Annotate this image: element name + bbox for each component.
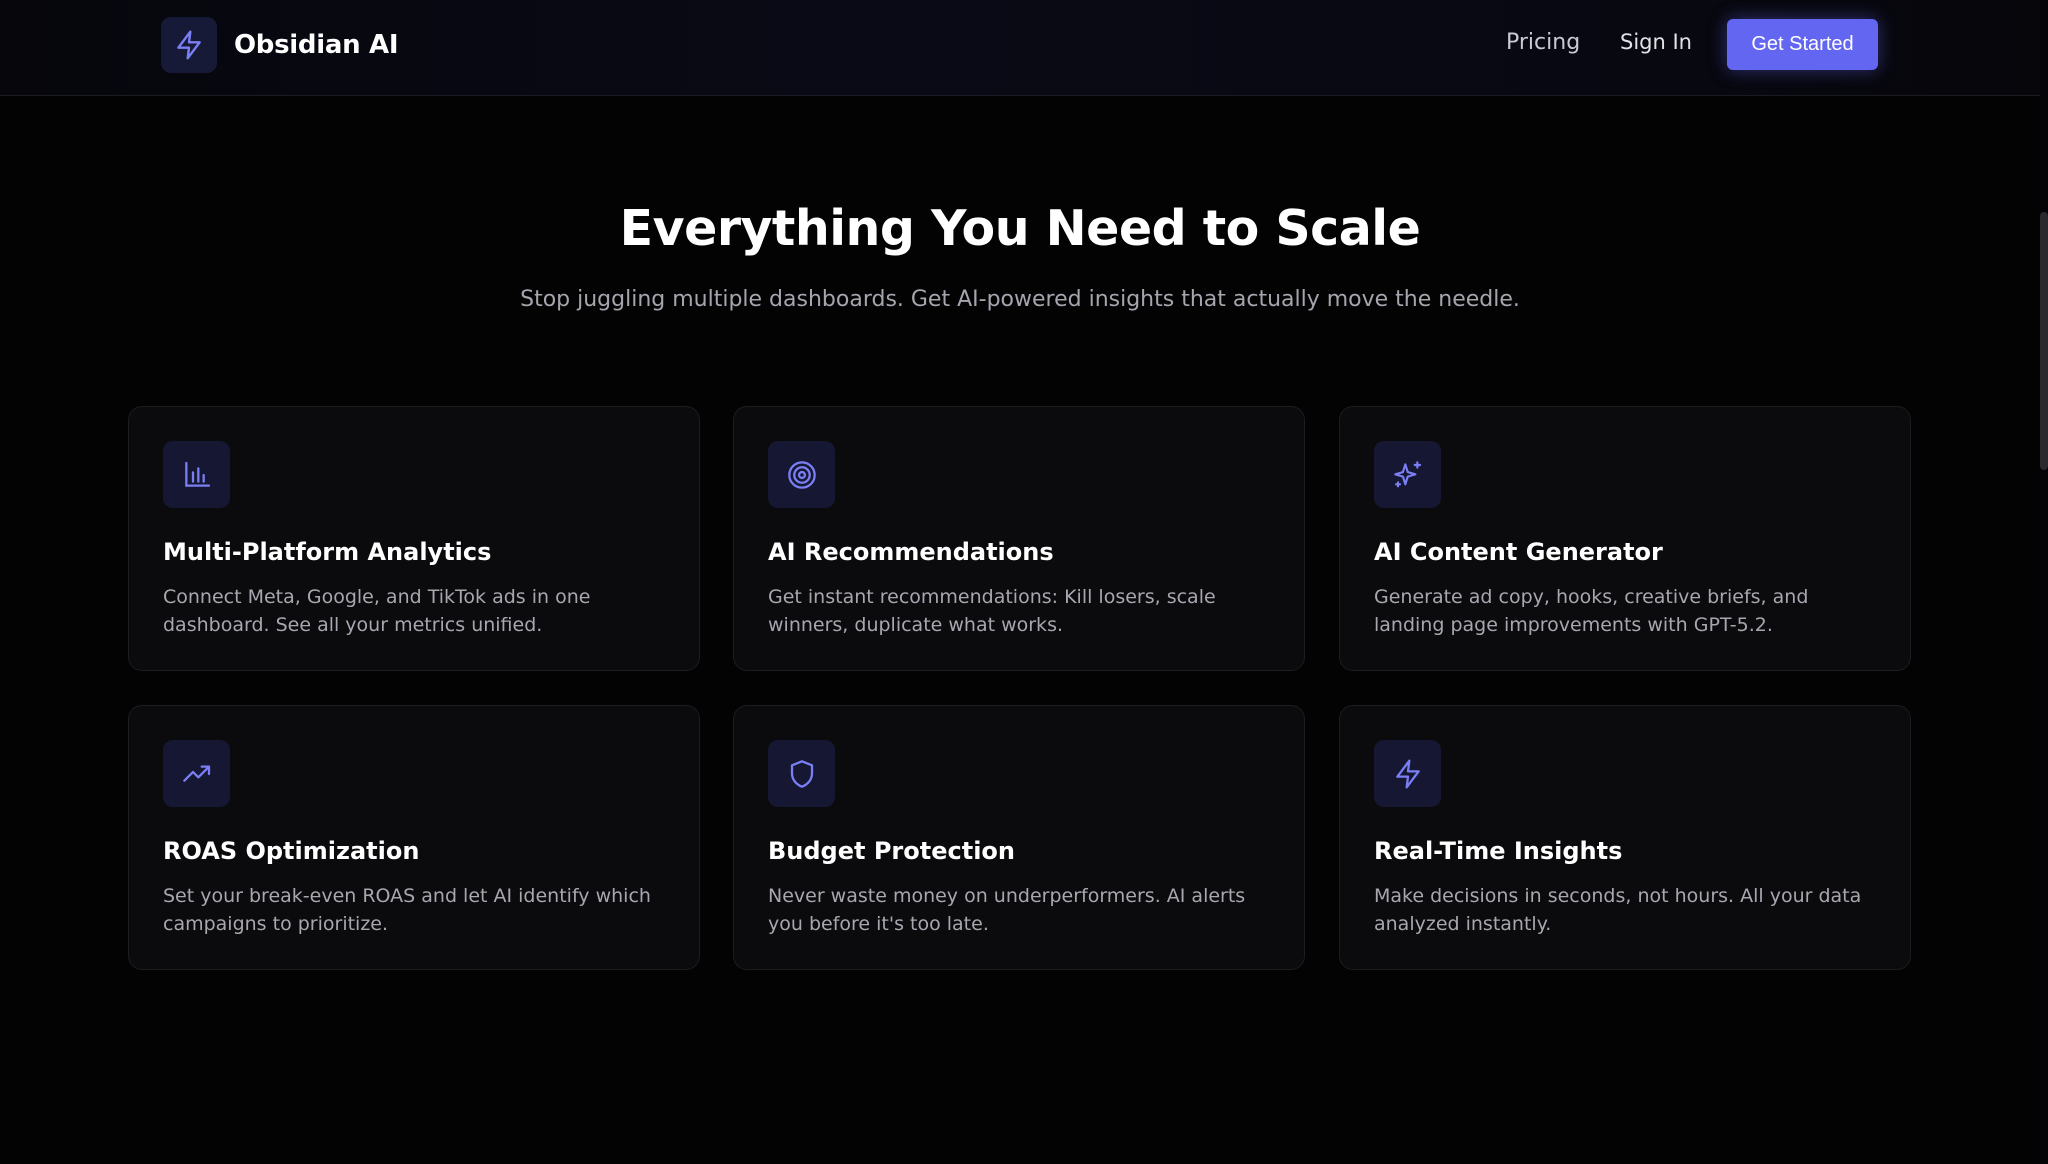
feature-description: Connect Meta, Google, and TikTok ads in … bbox=[163, 586, 591, 636]
feature-description: Make decisions in seconds, not hours. Al… bbox=[1374, 885, 1862, 935]
trending-up-icon bbox=[182, 765, 210, 782]
scrollbar-thumb[interactable] bbox=[2040, 212, 2048, 470]
lightning-icon bbox=[1395, 759, 1420, 788]
feature-card-budget: Budget Protection Never waste money on u… bbox=[733, 705, 1305, 970]
feature-title: AI Recommendations bbox=[768, 538, 1054, 566]
feature-card-roas: ROAS Optimization Set your break-even RO… bbox=[128, 705, 700, 970]
feature-card-recommendations: AI Recommendations Get instant recommend… bbox=[733, 406, 1305, 671]
feature-title: Budget Protection bbox=[768, 837, 1016, 865]
scrollbar-track[interactable] bbox=[2040, 0, 2048, 1164]
brand-logo[interactable]: Obsidian AI bbox=[161, 17, 399, 73]
top-nav-bar: Obsidian AI Pricing Sign In Get Started bbox=[0, 0, 2040, 96]
feature-icon-badge bbox=[163, 740, 230, 807]
feature-icon-badge bbox=[768, 441, 835, 508]
feature-title: AI Content Generator bbox=[1374, 538, 1663, 566]
target-icon bbox=[787, 460, 816, 489]
nav-link-pricing[interactable]: Pricing bbox=[1506, 30, 1580, 55]
feature-card-analytics: Multi-Platform Analytics Connect Meta, G… bbox=[128, 406, 700, 671]
feature-title: Real-Time Insights bbox=[1374, 837, 1623, 865]
brand-name: Obsidian AI bbox=[234, 30, 399, 60]
feature-title: ROAS Optimization bbox=[163, 837, 420, 865]
lightning-icon bbox=[177, 30, 201, 60]
section-title: Everything You Need to Scale bbox=[619, 200, 1421, 257]
feature-description: Get instant recommendations: Kill losers… bbox=[768, 586, 1216, 636]
bar-chart-icon bbox=[184, 461, 210, 487]
feature-icon-badge bbox=[1374, 740, 1441, 807]
page: Obsidian AI Pricing Sign In Get Started … bbox=[0, 0, 2048, 1164]
feature-title: Multi-Platform Analytics bbox=[163, 538, 492, 566]
sparkles-icon bbox=[1393, 460, 1421, 487]
feature-description: Generate ad copy, hooks, creative briefs… bbox=[1374, 586, 1809, 636]
feature-icon-badge bbox=[1374, 441, 1441, 508]
get-started-button[interactable]: Get Started bbox=[1727, 19, 1878, 70]
sign-in-link[interactable]: Sign In bbox=[1620, 30, 1692, 54]
feature-card-realtime: Real-Time Insights Make decisions in sec… bbox=[1339, 705, 1911, 970]
feature-card-content-generator: AI Content Generator Generate ad copy, h… bbox=[1339, 406, 1911, 671]
shield-icon bbox=[790, 759, 813, 788]
feature-icon-badge bbox=[768, 740, 835, 807]
feature-icon-badge bbox=[163, 441, 230, 508]
section-subtitle: Stop juggling multiple dashboards. Get A… bbox=[520, 287, 1520, 312]
feature-description: Set your break-even ROAS and let AI iden… bbox=[163, 885, 651, 935]
logo-badge bbox=[161, 17, 217, 73]
feature-description: Never waste money on underperformers. AI… bbox=[768, 885, 1246, 935]
